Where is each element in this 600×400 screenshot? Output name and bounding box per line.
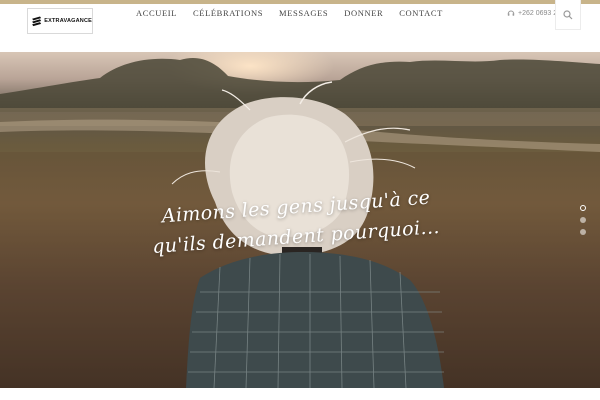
search-button[interactable] xyxy=(555,0,581,30)
brand-logo[interactable]: EXTRAVAGANCE xyxy=(27,8,93,34)
nav-item-accueil[interactable]: ACCUEIL xyxy=(128,6,185,20)
slider-dot-3[interactable] xyxy=(580,229,586,235)
search-icon xyxy=(563,9,573,19)
slider-dot-1[interactable] xyxy=(580,205,586,211)
nav-item-celebrations[interactable]: CÉLÉBRATIONS xyxy=(185,6,271,20)
page-bottom-strip xyxy=(0,388,600,400)
slider-dot-2[interactable] xyxy=(580,217,586,223)
brand-name: EXTRAVAGANCE xyxy=(44,18,92,24)
nav-item-messages[interactable]: MESSAGES xyxy=(271,6,336,20)
hero-slider: Aimons les gens jusqu'à ce qu'ils demand… xyxy=(0,52,600,388)
phone-contact[interactable]: +262 0693 21 xyxy=(507,9,561,17)
nav-item-contact[interactable]: CONTACT xyxy=(391,6,451,20)
site-header: EXTRAVAGANCE ACCUEIL CÉLÉBRATIONS MESSAG… xyxy=(0,0,600,52)
main-nav: ACCUEIL CÉLÉBRATIONS MESSAGES DONNER CON… xyxy=(128,6,451,20)
slider-dots xyxy=(580,205,586,235)
stripes-logo-icon xyxy=(32,16,42,27)
nav-item-donner[interactable]: DONNER xyxy=(336,6,391,20)
phone-icon xyxy=(507,10,515,16)
